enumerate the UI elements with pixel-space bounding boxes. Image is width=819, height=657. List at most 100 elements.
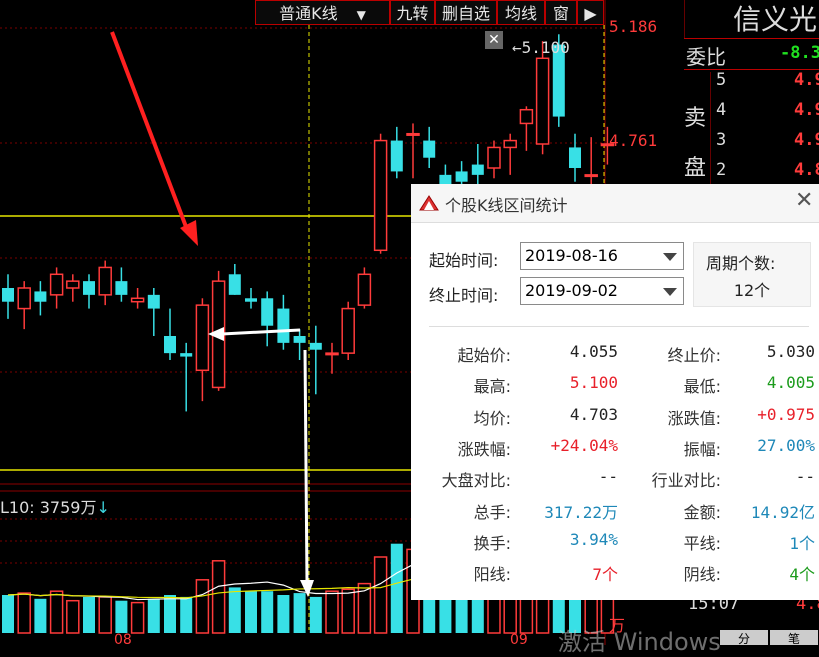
candle-body xyxy=(325,352,339,356)
sell-level-price: 4.9 xyxy=(794,100,819,120)
volume-bar xyxy=(261,591,274,633)
dialog-titlebar[interactable]: 个股K线区间统计 ✕ xyxy=(411,184,819,223)
stat-value: 5.030 xyxy=(766,342,815,361)
candle-body xyxy=(503,139,517,149)
candle-body xyxy=(277,308,290,343)
stat-value: 4.703 xyxy=(569,404,618,424)
volume-bar xyxy=(66,599,80,634)
volume-bar xyxy=(373,556,388,634)
close-icon[interactable]: ✕ xyxy=(485,31,503,49)
period-count-box: 周期个数: 12个 xyxy=(693,242,811,307)
stat-value: +24.04% xyxy=(550,435,618,455)
end-time-label: 终止时间: xyxy=(429,286,499,305)
stat-label: 总手: xyxy=(473,502,511,522)
volume-bar xyxy=(147,598,160,633)
stat-value: 1个 xyxy=(789,533,815,553)
stat-label: 均价: xyxy=(473,408,511,428)
stat-label: 阳线: xyxy=(473,565,511,585)
quote-divider xyxy=(710,72,711,184)
tab-fen[interactable]: 分 xyxy=(720,630,768,646)
volume-bar xyxy=(83,596,95,633)
stat-label: 阴线: xyxy=(683,565,721,585)
arrow-right-icon: ▶ xyxy=(584,4,597,23)
nine-turn-button[interactable]: 九转 xyxy=(390,0,435,25)
sell-level-price: 4.9 xyxy=(794,130,819,150)
volume-bar xyxy=(115,600,128,633)
candle-body xyxy=(34,291,47,302)
stat-value: 27.00% xyxy=(757,435,815,455)
start-time-select[interactable]: 2019-08-16 xyxy=(520,242,684,270)
collapse-arrow-button[interactable]: ▶ xyxy=(577,0,604,25)
volume-bar xyxy=(2,595,14,633)
candle-body xyxy=(423,140,436,158)
candle-body xyxy=(309,342,322,350)
stat-label: 涨跌幅: xyxy=(457,439,511,459)
volume-bar xyxy=(98,596,112,634)
stat-label: 行业对比: xyxy=(651,471,721,491)
dialog-divider xyxy=(429,326,809,327)
ma-line-button[interactable]: 均线 xyxy=(497,0,545,25)
peak-price-value: 5.100 xyxy=(521,38,570,57)
stat-value: 14.92亿 xyxy=(750,502,815,522)
candle-body xyxy=(66,280,80,289)
stat-value: 7个 xyxy=(592,565,618,585)
volume-bar xyxy=(211,560,226,634)
stat-label: 平线: xyxy=(683,533,721,553)
stat-value: 4.005 xyxy=(766,373,815,393)
candle-body xyxy=(569,147,581,168)
volume-bar xyxy=(390,543,403,633)
stat-value: 317.22万 xyxy=(544,502,618,522)
candle-body xyxy=(406,132,420,136)
candle-body xyxy=(471,164,484,175)
sell-level-price: 4.8 xyxy=(794,160,819,180)
end-time-select[interactable]: 2019-09-02 xyxy=(520,277,684,305)
interval-stats-dialog: 个股K线区间统计 ✕ 起始时间: 2019-08-16 终止时间: 2019-0… xyxy=(411,184,819,600)
stat-label: 涨跌值: xyxy=(667,408,721,428)
volume-bar xyxy=(309,596,322,633)
price-axis-mid: 4.761 xyxy=(609,131,658,150)
close-icon[interactable]: ✕ xyxy=(795,188,813,213)
candle-body xyxy=(584,174,598,178)
volume-bar xyxy=(277,595,290,633)
sell-level-number: 3 xyxy=(716,130,727,150)
chevron-down-icon xyxy=(663,253,677,261)
stat-label: 大盘对比: xyxy=(441,471,511,491)
volume-bar xyxy=(17,592,31,634)
annotation-arrow-line xyxy=(303,349,309,583)
volume-bar xyxy=(34,598,47,633)
volume-bar xyxy=(130,601,145,634)
stat-value: 5.100 xyxy=(569,373,618,393)
stat-label: 起始价: xyxy=(457,346,511,365)
candle-body xyxy=(390,140,403,172)
sell-level-price: 4.9 xyxy=(794,70,819,90)
candle-body xyxy=(455,171,468,182)
start-time-value: 2019-08-16 xyxy=(525,246,618,265)
dialog-title: 个股K线区间统计 xyxy=(445,196,568,215)
stat-value: -- xyxy=(598,467,618,487)
chart-type-dropdown[interactable]: 普通K线 ▼ xyxy=(255,0,390,25)
chevron-down-icon: ▼ xyxy=(356,8,366,22)
quote-panel: 信义光 xyxy=(684,0,819,38)
peak-price-label: ←5.100 xyxy=(512,38,570,57)
candle-body xyxy=(261,298,274,326)
candle-body xyxy=(293,336,306,343)
stat-value: 3.94% xyxy=(569,529,618,549)
candle-body xyxy=(164,336,176,354)
candle-body xyxy=(147,294,160,309)
delete-watchlist-button[interactable]: 删自选 xyxy=(435,0,497,25)
window-button[interactable]: 窗 xyxy=(545,0,577,25)
commission-ratio-value: -8.3 xyxy=(780,43,819,63)
sell-level-number: 4 xyxy=(716,100,727,120)
stat-value: -- xyxy=(795,467,815,487)
stat-label: 终止价: xyxy=(667,346,721,365)
candle-body xyxy=(487,146,501,169)
period-count-value: 12个 xyxy=(733,281,771,300)
month-label-aug: 08 xyxy=(114,632,132,648)
volume-bar xyxy=(164,595,176,633)
volume-bar xyxy=(195,579,210,634)
commission-ratio-row: 委比 -8.3 xyxy=(684,38,819,70)
volume-ma-label: L10: 3759万↓ xyxy=(0,494,110,518)
end-time-value: 2019-09-02 xyxy=(525,281,618,300)
volume-ma-text: L10: 3759万 xyxy=(0,498,97,517)
tab-bi[interactable]: 笔 xyxy=(770,630,818,646)
